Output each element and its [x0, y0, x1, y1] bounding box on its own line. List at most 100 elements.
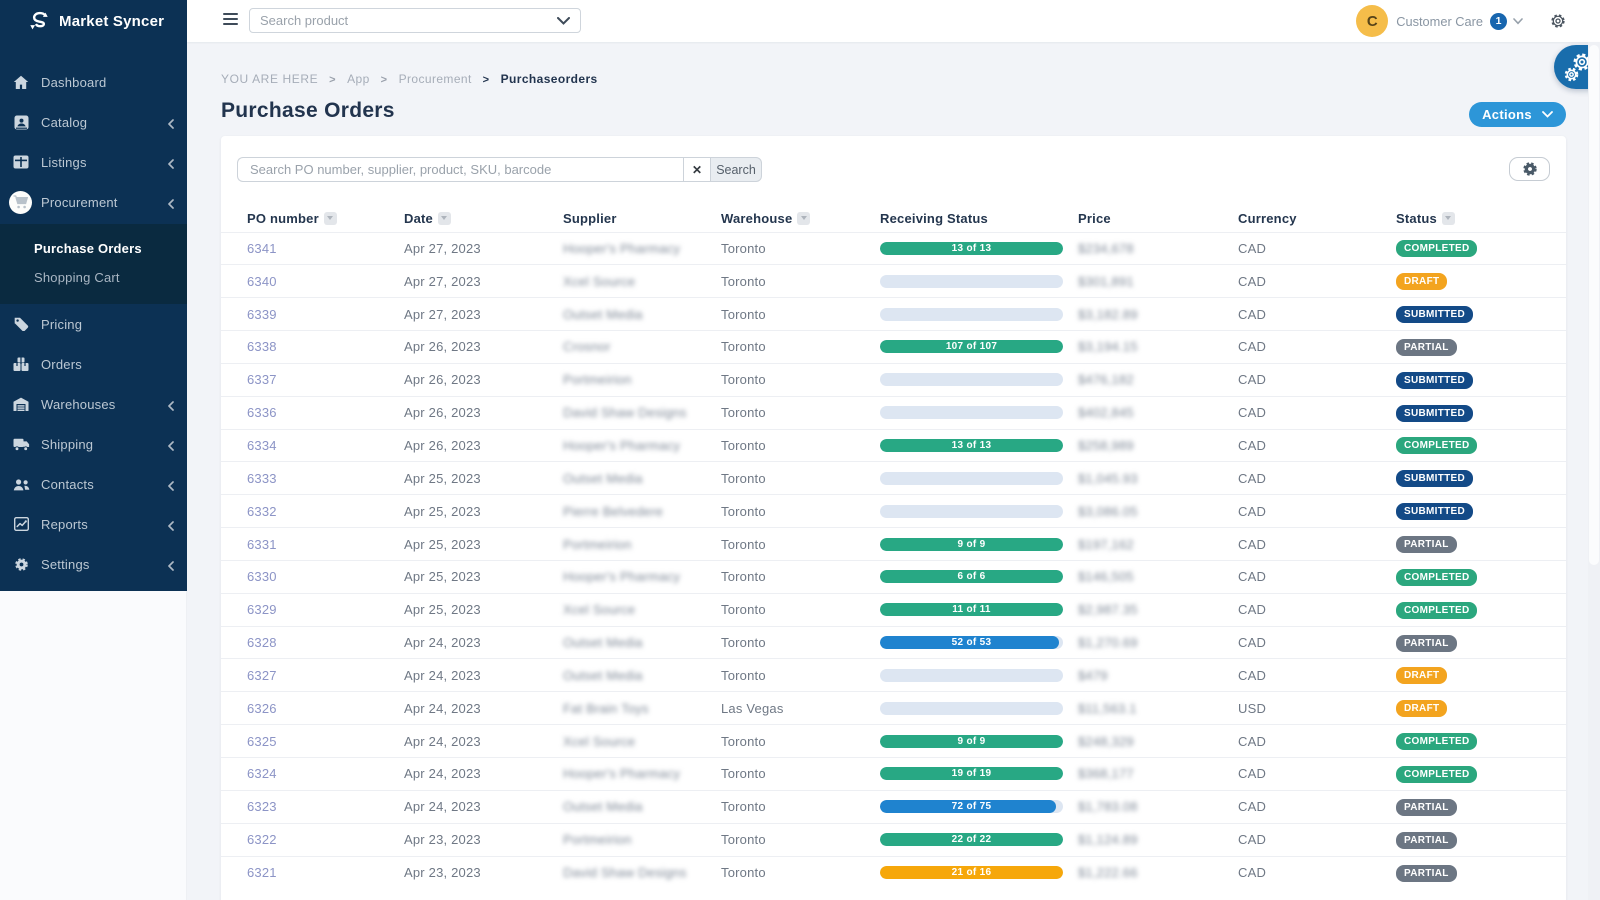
breadcrumb: YOU ARE HERE > App > Procurement > Purch… [221, 72, 598, 86]
po-date: Apr 27, 2023 [404, 264, 563, 298]
sidebar-item-label: Orders [41, 356, 82, 372]
po-number-link[interactable]: 6337 [247, 372, 277, 387]
po-number-link[interactable]: 6331 [247, 537, 277, 552]
search-button[interactable]: Search [710, 157, 762, 182]
po-date: Apr 23, 2023 [404, 855, 563, 889]
table-settings-button[interactable] [1509, 157, 1550, 181]
brand[interactable]: Market Syncer [0, 0, 187, 42]
receiving-progress: 19 of 19 [880, 767, 1063, 781]
po-number-link[interactable]: 6321 [247, 865, 277, 880]
po-number-link[interactable]: 6324 [247, 766, 277, 781]
po-row-6323: 6323 Apr 24, 2023 Outset Media Toronto 72 of… [221, 789, 1566, 824]
po-number-link[interactable]: 6336 [247, 405, 277, 420]
clear-search-button[interactable]: ✕ [683, 157, 710, 182]
sidebar-item-dashboard[interactable]: Dashboard [0, 62, 187, 102]
sort-icon[interactable] [1441, 212, 1455, 226]
user-name[interactable]: Customer Care [1396, 14, 1483, 29]
column-header-po-number[interactable]: PO number [221, 206, 404, 232]
po-supplier: Outset Media [563, 470, 643, 486]
po-search-group: ✕ Search [237, 157, 762, 182]
po-supplier: Hooper's Pharmacy [563, 569, 681, 585]
sidebar-item-catalog[interactable]: Catalog [0, 102, 187, 142]
breadcrumb-link-app[interactable]: App [347, 72, 370, 86]
po-warehouse: Toronto [721, 789, 880, 824]
po-number-link[interactable]: 6341 [247, 241, 277, 256]
receiving-progress: 9 of 9 [880, 537, 1063, 551]
po-price: $146,505 [1078, 569, 1134, 585]
po-number-link[interactable]: 6323 [247, 799, 277, 814]
column-header-status[interactable]: Status [1396, 206, 1566, 232]
po-row-6340: 6340 Apr 27, 2023 Xcel Source Toronto $301,8… [221, 264, 1566, 298]
po-date: Apr 26, 2023 [404, 362, 563, 397]
po-row-6327: 6327 Apr 24, 2023 Outset Media Toronto $479 C… [221, 658, 1566, 692]
sidebar-item-listings[interactable]: Listings [0, 142, 187, 182]
sidebar-item-shipping[interactable]: Shipping [0, 424, 187, 464]
sidebar-item-settings[interactable]: Settings [0, 544, 187, 584]
po-number-link[interactable]: 6328 [247, 635, 277, 650]
column-header-warehouse[interactable]: Warehouse [721, 206, 880, 232]
po-number-link[interactable]: 6334 [247, 438, 277, 453]
receiving-progress-empty [880, 406, 1063, 420]
listings-icon [10, 151, 32, 173]
settings-gear-icon[interactable] [1550, 13, 1566, 29]
po-currency: CAD [1238, 592, 1396, 627]
po-date: Apr 24, 2023 [404, 757, 563, 791]
scrollbar-thumb[interactable] [1589, 45, 1599, 565]
breadcrumb-current: Purchaseorders [500, 72, 598, 86]
column-header-date[interactable]: Date [404, 206, 563, 232]
po-number-link[interactable]: 6340 [247, 274, 277, 289]
po-row-6331: 6331 Apr 25, 2023 Portmeirion Toronto 9 of 9… [221, 527, 1566, 561]
contacts-icon [10, 473, 32, 495]
po-currency: CAD [1238, 855, 1396, 889]
avatar[interactable]: C [1356, 5, 1389, 37]
po-price: $301,891 [1078, 273, 1134, 289]
user-notification-badge: 1 [1490, 12, 1507, 30]
po-number-link[interactable]: 6330 [247, 569, 277, 584]
po-row-6334: 6334 Apr 26, 2023 Hooper's Pharmacy Toronto… [221, 428, 1566, 462]
submenu-item-shopping-cart[interactable]: Shopping Cart [0, 263, 187, 292]
cart-icon [9, 190, 32, 214]
sidebar-item-warehouses[interactable]: Warehouses [0, 384, 187, 424]
product-search-select[interactable]: Search product [249, 8, 581, 33]
po-number-link[interactable]: 6327 [247, 668, 277, 683]
po-row-6329: 6329 Apr 25, 2023 Xcel Source Toronto 11 of … [221, 592, 1566, 627]
sidebar-item-procurement[interactable]: Procurement [0, 182, 187, 222]
po-date: Apr 26, 2023 [404, 395, 563, 430]
sidebar-item-label: Reports [41, 516, 88, 532]
po-number-link[interactable]: 6332 [247, 504, 277, 519]
sort-icon[interactable] [323, 212, 337, 226]
status-badge: SUBMITTED [1396, 470, 1474, 488]
status-badge: DRAFT [1396, 700, 1448, 718]
sidebar-nav: Dashboard Catalog Listings Procurement Purch… [0, 62, 187, 584]
po-price: $2,987.35 [1078, 602, 1138, 618]
po-number-link[interactable]: 6329 [247, 602, 277, 617]
po-warehouse: Toronto [721, 822, 880, 857]
po-search-input[interactable] [237, 157, 683, 182]
sidebar-item-contacts[interactable]: Contacts [0, 464, 187, 504]
po-warehouse: Toronto [721, 625, 880, 659]
breadcrumb-link-procurement[interactable]: Procurement [399, 72, 472, 86]
page-scrollbar[interactable] [1588, 42, 1600, 900]
sort-icon[interactable] [437, 212, 451, 226]
brand-name: Market Syncer [59, 12, 165, 30]
sidebar-item-pricing[interactable]: Pricing [0, 304, 187, 344]
po-warehouse: Toronto [721, 757, 880, 791]
column-header-supplier: Supplier [563, 211, 617, 227]
po-number-link[interactable]: 6322 [247, 832, 277, 847]
po-number-link[interactable]: 6339 [247, 307, 277, 322]
menu-toggle-icon[interactable] [223, 13, 238, 26]
po-number-link[interactable]: 6338 [247, 339, 277, 354]
sort-icon[interactable] [797, 212, 811, 226]
warehouse-icon [10, 393, 32, 415]
sidebar-item-orders[interactable]: Orders [0, 344, 187, 384]
po-warehouse: Toronto [721, 395, 880, 430]
purchase-orders-table: PO number Date Supplier Warehouse Receiving … [221, 206, 1566, 889]
po-number-link[interactable]: 6325 [247, 734, 277, 749]
po-number-link[interactable]: 6326 [247, 701, 277, 716]
chevron-down-icon[interactable] [1513, 17, 1523, 25]
po-number-link[interactable]: 6333 [247, 471, 277, 486]
submenu-item-purchase-orders[interactable]: Purchase Orders [0, 234, 187, 263]
sidebar-item-reports[interactable]: Reports [0, 504, 187, 544]
po-price: $11,563.1 [1078, 700, 1137, 716]
actions-button[interactable]: Actions [1469, 102, 1566, 127]
